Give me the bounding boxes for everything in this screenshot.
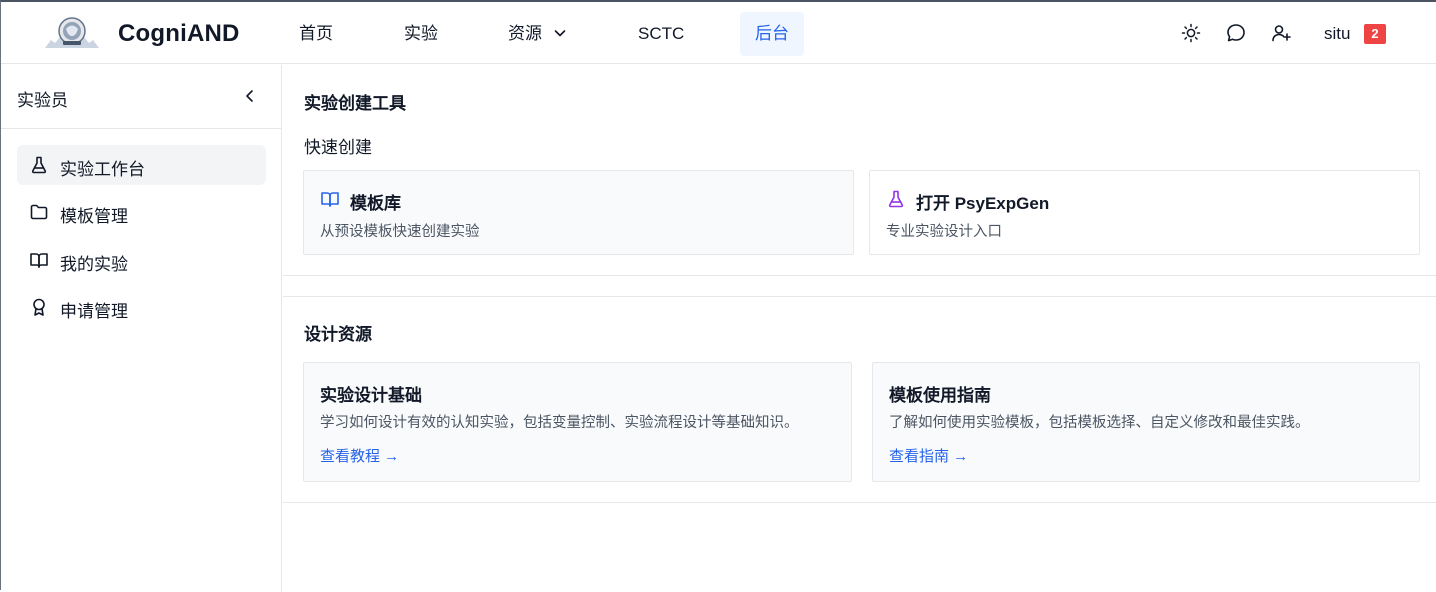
card-description: 专业实验设计入口 [886, 224, 1002, 240]
nav-home[interactable]: 首页 [299, 12, 333, 56]
nav-admin[interactable]: 后台 [740, 12, 804, 56]
top-header: CogniAND 首页 实验 资源 SCTC 后台 situ 2 [1, 2, 1436, 64]
sidebar-item-templates[interactable]: 模板管理 [17, 192, 266, 232]
design-resources-panel: 设计资源 实验设计基础 学习如何设计有效的认知实验，包括变量控制、实验流程设计等… [283, 296, 1436, 503]
nav-sctc[interactable]: SCTC [638, 12, 684, 56]
app-window: CogniAND 首页 实验 资源 SCTC 后台 situ 2 实验员 实验工… [0, 0, 1436, 592]
sidebar-item-label: 申请管理 [60, 302, 128, 321]
brand-name[interactable]: CogniAND [118, 20, 240, 48]
card-description: 了解如何使用实验模板，包括模板选择、自定义修改和最佳实践。 [889, 415, 1310, 431]
chat-bubble-icon[interactable] [1225, 22, 1247, 44]
user-name[interactable]: situ [1324, 24, 1350, 44]
view-tutorial-link[interactable]: 查看教程 → [320, 445, 399, 466]
award-icon [33, 298, 45, 316]
sidebar-item-label: 模板管理 [60, 207, 128, 226]
chevron-down-icon [553, 13, 567, 57]
sidebar-header: 实验员 [1, 65, 281, 129]
resource-card-basics: 实验设计基础 学习如何设计有效的认知实验，包括变量控制、实验流程设计等基础知识。… [303, 362, 852, 482]
sidebar-title: 实验员 [17, 91, 68, 110]
book-open-icon [321, 192, 339, 207]
flask-icon [888, 190, 904, 208]
card-description: 学习如何设计有效的认知实验，包括变量控制、实验流程设计等基础知识。 [320, 415, 799, 431]
open-psyexpgen-card[interactable]: 打开 PsyExpGen 专业实验设计入口 [869, 170, 1420, 255]
nav-experiments[interactable]: 实验 [404, 12, 438, 56]
card-title: 模板使用指南 [889, 386, 991, 405]
section-title: 设计资源 [304, 325, 372, 344]
card-title: 实验设计基础 [320, 386, 422, 405]
folder-icon [30, 204, 48, 220]
flask-icon [31, 156, 47, 174]
card-title: 模板库 [350, 194, 401, 213]
resource-card-template-guide: 模板使用指南 了解如何使用实验模板，包括模板选择、自定义修改和最佳实践。 查看指… [872, 362, 1420, 482]
nav-resources-label: 资源 [508, 24, 542, 43]
sidebar-item-label: 我的实验 [60, 255, 128, 274]
sidebar-item-label: 实验工作台 [60, 160, 145, 179]
chevron-left-icon[interactable] [241, 87, 259, 105]
sun-icon[interactable] [1180, 22, 1202, 44]
sidebar: 实验员 实验工作台 模板管理 我的实验 申请管理 [1, 65, 282, 592]
section-title: 实验创建工具 [304, 94, 406, 113]
sidebar-item-my-experiments[interactable]: 我的实验 [17, 240, 266, 280]
sidebar-item-workbench[interactable]: 实验工作台 [17, 145, 266, 185]
card-description: 从预设模板快速创建实验 [320, 224, 480, 240]
user-plus-icon[interactable] [1270, 22, 1292, 44]
card-title: 打开 PsyExpGen [916, 194, 1050, 213]
creation-tools-panel: 实验创建工具 快速创建 模板库 从预设模板快速创建实验 打开 PsyExpGen… [283, 65, 1436, 276]
quick-create-heading: 快速创建 [304, 138, 372, 157]
template-library-card[interactable]: 模板库 从预设模板快速创建实验 [303, 170, 854, 255]
brand-logo[interactable] [43, 14, 101, 52]
nav-resources[interactable]: 资源 [508, 12, 567, 56]
book-open-icon [30, 253, 48, 268]
notification-badge[interactable]: 2 [1364, 24, 1386, 44]
sidebar-item-applications[interactable]: 申请管理 [17, 287, 266, 327]
view-guide-link[interactable]: 查看指南 → [889, 445, 968, 466]
